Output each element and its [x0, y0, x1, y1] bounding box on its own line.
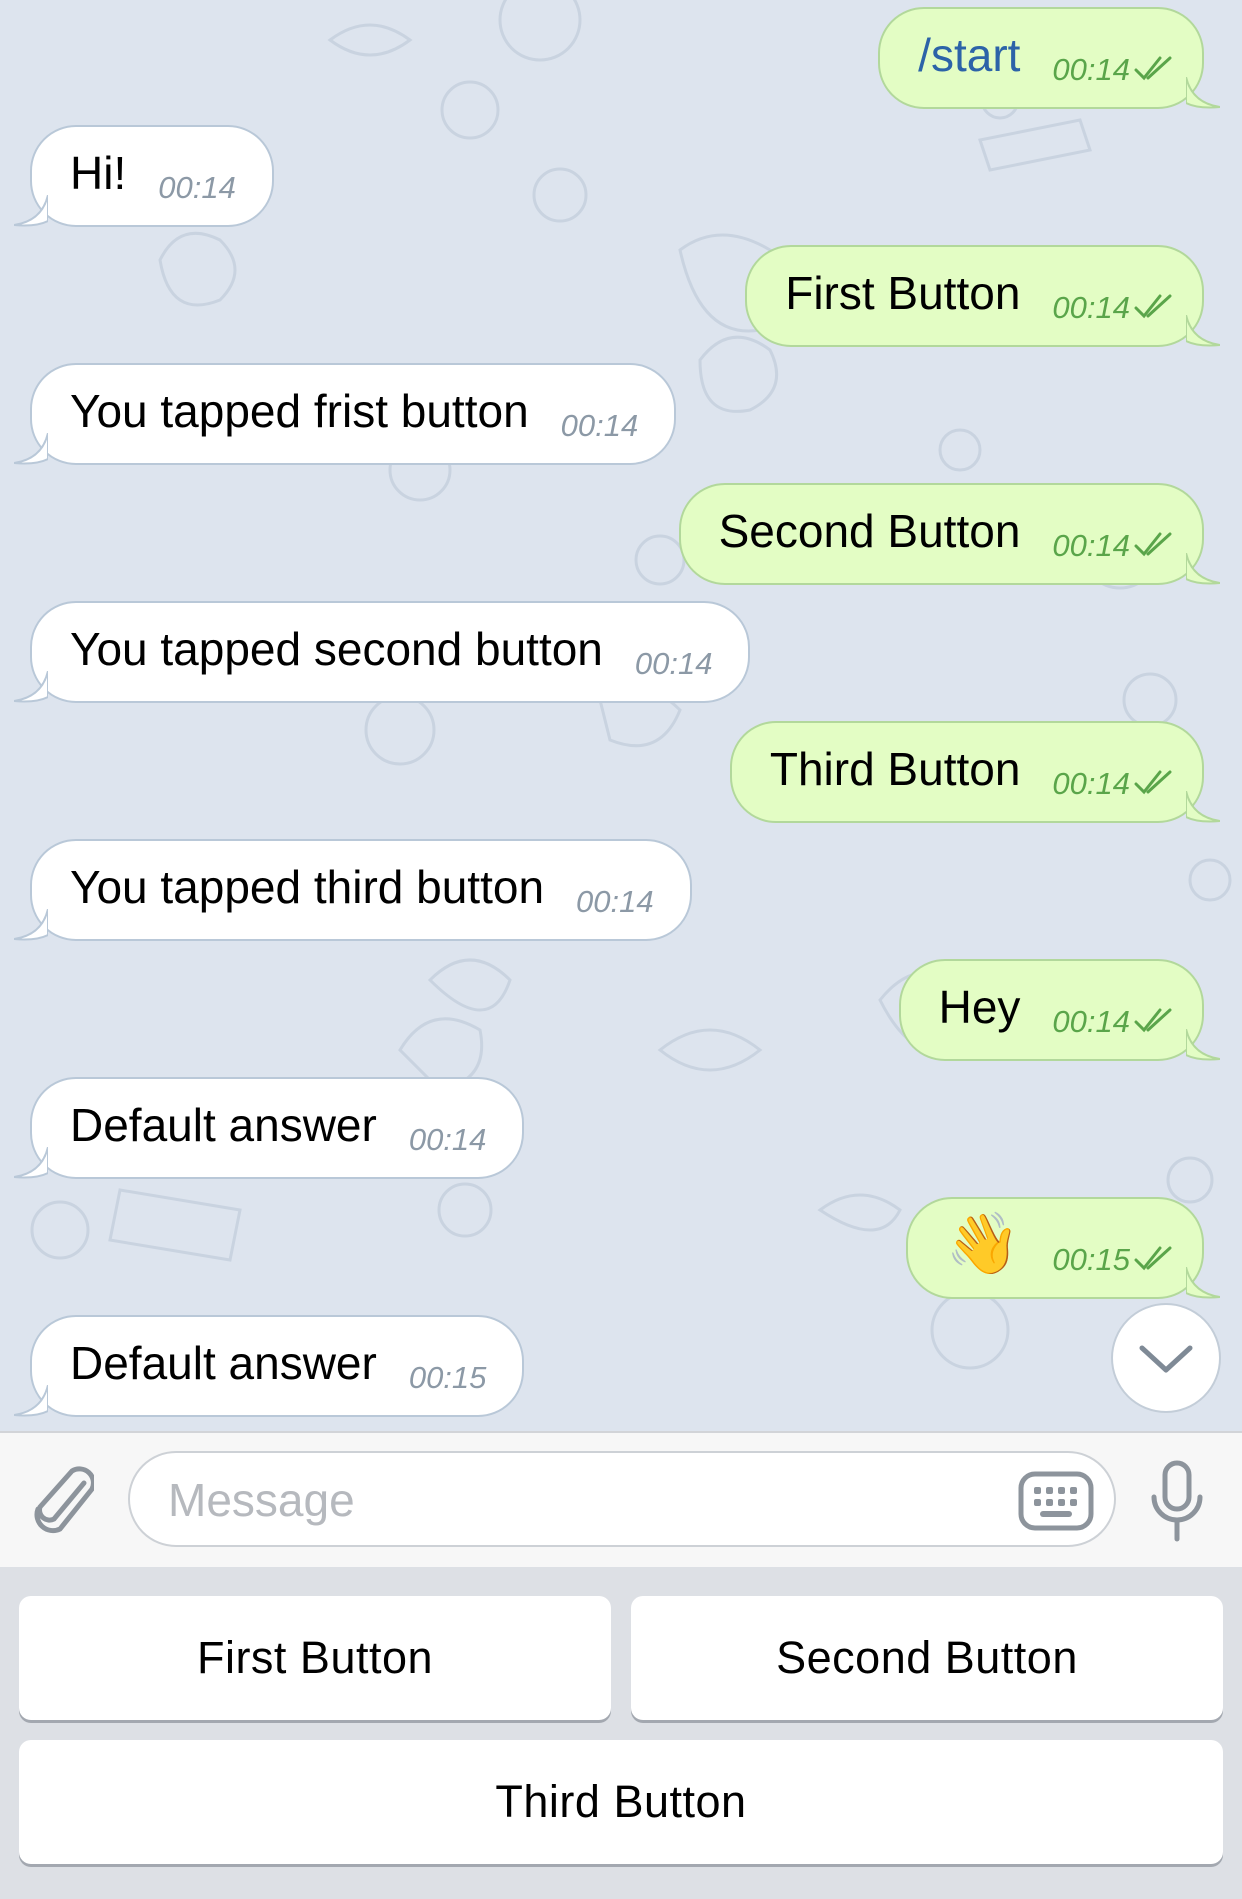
message-outgoing[interactable]: /start 00:14 — [878, 7, 1220, 109]
microphone-icon[interactable] — [1148, 1459, 1206, 1543]
message-text: Default answer — [70, 1099, 377, 1151]
message-outgoing[interactable]: Third Button 00:14 — [729, 721, 1220, 823]
message-time: 00:14 — [1052, 52, 1130, 87]
bubble-tail — [1186, 77, 1220, 109]
reply-keyboard: First Button Second Button Third Button — [0, 1567, 1242, 1899]
keyboard-button-third[interactable]: Third Button — [19, 1740, 1223, 1864]
chat-area[interactable]: /start 00:14 Hi! 00:14 First Button 00:1… — [0, 0, 1242, 1431]
double-check-icon — [1134, 56, 1172, 81]
bubble-tail — [1186, 553, 1220, 585]
bubble-tail — [1186, 1267, 1220, 1299]
keyboard-button-second[interactable]: Second Button — [631, 1596, 1223, 1720]
message-text: Hey — [938, 981, 1021, 1033]
command-link[interactable]: /start — [918, 28, 1020, 82]
message-time: 00:14 — [560, 408, 639, 443]
bubble-tail — [14, 671, 48, 703]
message-text: You tapped second button — [70, 623, 603, 675]
double-check-icon — [1134, 532, 1172, 557]
message-time: 00:14 — [1052, 290, 1130, 325]
message-outgoing[interactable]: Hey 00:14 — [898, 959, 1220, 1061]
bubble-tail — [14, 195, 48, 227]
message-incoming[interactable]: You tapped second button 00:14 — [14, 601, 751, 703]
message-outgoing[interactable]: First Button 00:14 — [745, 245, 1220, 347]
message-time: 00:14 — [634, 646, 713, 681]
keyboard-icon[interactable] — [1018, 1471, 1094, 1531]
message-incoming[interactable]: You tapped frist button 00:14 — [14, 363, 677, 465]
waving-hand-emoji: 👋 — [945, 1210, 1021, 1277]
message-text: You tapped third button — [70, 861, 545, 913]
message-field[interactable] — [128, 1451, 1116, 1547]
message-input-bar — [0, 1431, 1242, 1567]
message-text: First Button — [785, 267, 1021, 319]
bubble-tail — [14, 433, 48, 465]
bubble-tail — [1186, 791, 1220, 823]
double-check-icon — [1134, 1246, 1172, 1271]
message-time: 00:14 — [1052, 766, 1130, 801]
message-outgoing[interactable]: 👋 00:15 — [905, 1197, 1220, 1299]
message-incoming[interactable]: Hi! 00:14 — [14, 125, 274, 227]
message-text: You tapped frist button — [70, 385, 529, 437]
message-incoming[interactable]: Default answer 00:15 — [14, 1315, 525, 1417]
keyboard-button-first[interactable]: First Button — [19, 1596, 611, 1720]
bubble-tail — [1186, 1029, 1220, 1061]
double-check-icon — [1134, 294, 1172, 319]
message-text: Default answer — [70, 1337, 377, 1389]
bubble-tail — [14, 1385, 48, 1417]
message-time: 00:14 — [1052, 528, 1130, 563]
bubble-tail — [1186, 315, 1220, 347]
message-outgoing[interactable]: Second Button 00:14 — [678, 483, 1220, 585]
message-input[interactable] — [166, 1465, 990, 1535]
bubble-tail — [14, 1147, 48, 1179]
message-time: 00:14 — [1052, 1004, 1130, 1039]
message-text: Hi! — [70, 147, 127, 199]
message-text: Third Button — [769, 743, 1021, 795]
scroll-to-bottom-button[interactable] — [1111, 1303, 1221, 1413]
double-check-icon — [1134, 1008, 1172, 1033]
message-time: 00:15 — [408, 1360, 487, 1395]
bubble-tail — [14, 909, 48, 941]
message-time: 00:15 — [1052, 1242, 1130, 1277]
message-time: 00:14 — [158, 170, 236, 205]
paperclip-icon[interactable] — [30, 1459, 94, 1539]
chevron-down-icon — [1139, 1345, 1193, 1373]
message-text: Second Button — [718, 505, 1021, 557]
message-time: 00:14 — [576, 884, 654, 919]
message-incoming[interactable]: You tapped third button 00:14 — [14, 839, 692, 941]
message-incoming[interactable]: Default answer 00:14 — [14, 1077, 525, 1179]
double-check-icon — [1134, 770, 1172, 795]
message-time: 00:14 — [408, 1122, 487, 1157]
